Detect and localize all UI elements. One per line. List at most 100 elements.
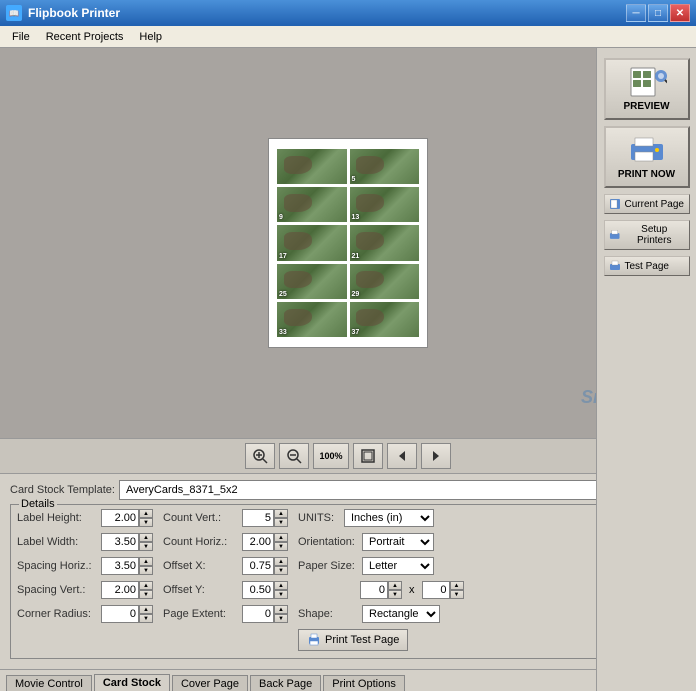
spacing-horiz-input[interactable] [101, 557, 139, 575]
print-test-row: Print Test Page [298, 629, 464, 651]
page-extent-input[interactable] [242, 605, 274, 623]
corner-radius-input[interactable] [101, 605, 139, 623]
cell-number-7: 29 [352, 291, 360, 298]
spacing-vert-up[interactable]: ▲ [139, 581, 153, 590]
count-horiz-row: Count Horiz.: ▲ ▼ [163, 533, 288, 551]
test-page-icon [609, 260, 621, 272]
tab-cover-page[interactable]: Cover Page [172, 675, 248, 691]
label-width-down[interactable]: ▼ [139, 542, 153, 551]
corner-radius-up[interactable]: ▲ [139, 605, 153, 614]
tab-movie-control[interactable]: Movie Control [6, 675, 92, 691]
coord-x-up[interactable]: ▲ [388, 581, 402, 590]
count-horiz-up[interactable]: ▲ [274, 533, 288, 542]
page-extent-row: Page Extent: ▲ ▼ [163, 605, 288, 623]
count-horiz-down[interactable]: ▼ [274, 542, 288, 551]
template-select[interactable]: AveryCards_8371_5x2 [119, 480, 660, 500]
test-page-button[interactable]: Test Page [604, 256, 690, 276]
paper-size-row: Paper Size: Letter A4 [298, 557, 464, 575]
count-vert-up[interactable]: ▲ [274, 509, 288, 518]
count-vert-input[interactable] [242, 509, 274, 527]
paper-size-select[interactable]: Letter A4 [362, 557, 434, 575]
cell-number-4: 17 [279, 253, 287, 260]
label-height-down[interactable]: ▼ [139, 518, 153, 527]
page-extent-down[interactable]: ▼ [274, 614, 288, 623]
spacing-vert-down[interactable]: ▼ [139, 590, 153, 599]
page-extent-up[interactable]: ▲ [274, 605, 288, 614]
setup-printers-button[interactable]: Setup Printers [604, 220, 690, 250]
label-width-input[interactable] [101, 533, 139, 551]
cell-number-6: 25 [279, 291, 287, 298]
shape-select[interactable]: Rectangle Ellipse [362, 605, 440, 623]
minimize-button[interactable]: ─ [626, 4, 646, 22]
preview-icon [627, 66, 667, 98]
preview-button[interactable]: PREVIEW [604, 58, 690, 120]
app-icon: 📖 [6, 5, 22, 21]
preview-cell-1: 5 [350, 149, 420, 184]
tab-print-options[interactable]: Print Options [323, 675, 405, 691]
zoom-out-button[interactable] [279, 443, 309, 469]
menu-help[interactable]: Help [131, 29, 170, 45]
count-vert-down[interactable]: ▼ [274, 518, 288, 527]
next-page-button[interactable] [421, 443, 451, 469]
shape-label: Shape: [298, 608, 358, 620]
zoom-toolbar: 100% [0, 438, 696, 473]
label-height-input[interactable]: 2.00 [101, 509, 139, 527]
menu-file[interactable]: File [4, 29, 38, 45]
preview-cell-0 [277, 149, 347, 184]
orientation-label: Orientation: [298, 536, 358, 548]
preview-label: PREVIEW [623, 101, 669, 112]
preview-cell-4: 17 [277, 225, 347, 260]
label-height-up[interactable]: ▲ [139, 509, 153, 518]
units-select[interactable]: Inches (in) [344, 509, 434, 527]
offset-y-up[interactable]: ▲ [274, 581, 288, 590]
count-horiz-label: Count Horiz.: [163, 536, 238, 548]
offset-x-row: Offset X: ▲ ▼ [163, 557, 288, 575]
close-button[interactable]: ✕ [670, 4, 690, 22]
maximize-button[interactable]: □ [648, 4, 668, 22]
offset-x-input[interactable] [242, 557, 274, 575]
window-title: Flipbook Printer [28, 6, 120, 20]
tabs-row: Movie Control Card Stock Cover Page Back… [0, 669, 696, 691]
offset-x-down[interactable]: ▼ [274, 566, 288, 575]
count-horiz-input[interactable] [242, 533, 274, 551]
tab-back-page[interactable]: Back Page [250, 675, 321, 691]
spacing-horiz-down[interactable]: ▼ [139, 566, 153, 575]
spacing-vert-input[interactable] [101, 581, 139, 599]
cell-number-1: 5 [352, 176, 356, 183]
coord-y-input[interactable] [422, 581, 450, 599]
zoom-in-button[interactable] [245, 443, 275, 469]
current-page-button[interactable]: Current Page [604, 194, 690, 214]
corner-radius-row: Corner Radius: ▲ ▼ [17, 605, 153, 623]
print-test-label: Print Test Page [325, 634, 399, 646]
count-vert-label: Count Vert.: [163, 512, 238, 524]
label-width-row: Label Width: ▲ ▼ [17, 533, 153, 551]
offset-x-up[interactable]: ▲ [274, 557, 288, 566]
spacing-horiz-up[interactable]: ▲ [139, 557, 153, 566]
offset-y-down[interactable]: ▼ [274, 590, 288, 599]
coord-x-down[interactable]: ▼ [388, 590, 402, 599]
test-page-label: Test Page [625, 261, 669, 272]
zoom-reset-button[interactable]: 100% [313, 443, 349, 469]
cell-number-9: 37 [352, 329, 360, 336]
left-content: 5 9 13 17 21 [0, 48, 696, 691]
current-page-label: Current Page [625, 199, 684, 210]
coord-y-down[interactable]: ▼ [450, 590, 464, 599]
offset-y-input[interactable] [242, 581, 274, 599]
setup-printers-label: Setup Printers [624, 224, 685, 246]
corner-radius-down[interactable]: ▼ [139, 614, 153, 623]
tab-card-stock[interactable]: Card Stock [94, 674, 170, 691]
print-test-button[interactable]: Print Test Page [298, 629, 408, 651]
spacing-vert-label: Spacing Vert.: [17, 584, 97, 596]
prev-page-button[interactable] [387, 443, 417, 469]
orientation-select[interactable]: Portrait Landscape [362, 533, 434, 551]
fit-page-button[interactable] [353, 443, 383, 469]
menu-recent-projects[interactable]: Recent Projects [38, 29, 132, 45]
units-row: UNITS: Inches (in) [298, 509, 464, 527]
preview-cell-9: 37 [350, 302, 420, 337]
coord-x-input[interactable] [360, 581, 388, 599]
label-width-up[interactable]: ▲ [139, 533, 153, 542]
coord-y-up[interactable]: ▲ [450, 581, 464, 590]
print-now-button[interactable]: PRINT NOW [604, 126, 690, 188]
bottom-panel: Card Stock Template: AveryCards_8371_5x2… [0, 473, 696, 669]
cell-number-5: 21 [352, 253, 360, 260]
